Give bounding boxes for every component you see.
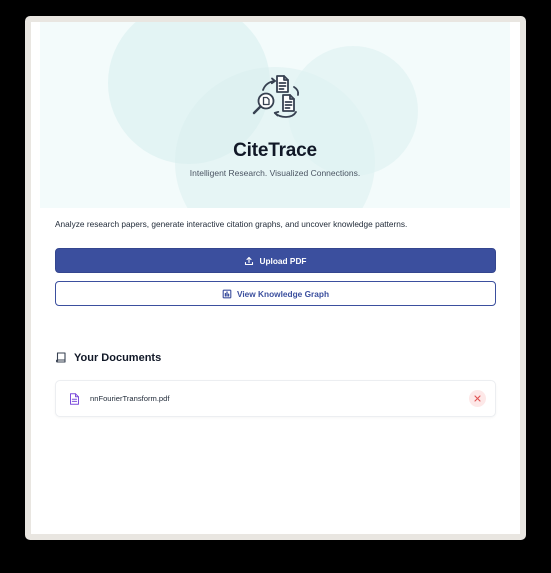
hero-banner: CiteTrace Intelligent Research. Visualiz… — [40, 22, 510, 208]
upload-pdf-button[interactable]: Upload PDF — [55, 248, 496, 273]
remove-document-button[interactable] — [469, 390, 486, 407]
close-icon — [474, 395, 481, 402]
app-tagline: Intelligent Research. Visualized Connect… — [189, 168, 361, 178]
documents-heading: Your Documents — [74, 351, 162, 364]
upload-pdf-label: Upload PDF — [259, 255, 307, 266]
app-window: CiteTrace Intelligent Research. Visualiz… — [25, 16, 526, 540]
upload-icon — [244, 256, 254, 266]
chart-icon — [222, 289, 232, 299]
book-icon — [55, 351, 68, 364]
file-text-icon — [70, 393, 79, 405]
app-content: CiteTrace Intelligent Research. Visualiz… — [31, 22, 520, 534]
document-name: nnFourierTransform.pdf — [90, 394, 170, 403]
view-knowledge-graph-label: View Knowledge Graph — [236, 288, 330, 299]
view-knowledge-graph-button[interactable]: View Knowledge Graph — [55, 281, 496, 306]
document-search-cycle-icon — [252, 75, 300, 118]
app-description: Analyze research papers, generate intera… — [55, 219, 408, 229]
documents-section-header: Your Documents — [55, 351, 161, 364]
app-title: CiteTrace — [233, 140, 317, 161]
document-list-item[interactable]: nnFourierTransform.pdf — [55, 380, 496, 417]
